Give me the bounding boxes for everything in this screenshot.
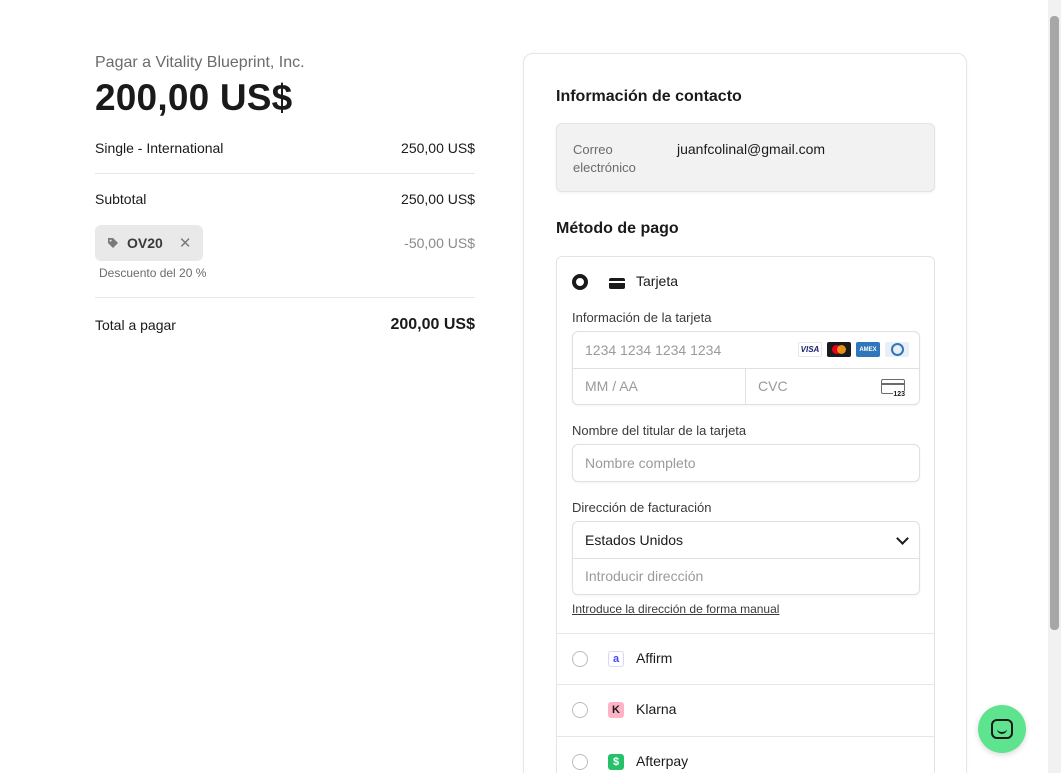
scrollbar-thumb[interactable]	[1050, 16, 1059, 630]
total-value: 200,00 US$	[390, 316, 475, 333]
divider	[573, 368, 919, 369]
afterpay-radio[interactable]	[572, 754, 588, 770]
cvc-input[interactable]: CVC	[758, 378, 788, 394]
amex-icon: AMEX	[856, 342, 880, 357]
billing-address-group: Estados Unidos Introducir dirección	[572, 521, 920, 595]
card-info-label: Información de la tarjeta	[572, 310, 712, 325]
expiry-input[interactable]: MM / AA	[585, 378, 638, 394]
affirm-radio[interactable]	[572, 651, 588, 667]
manual-address-link[interactable]: Introduce la dirección de forma manual	[572, 602, 779, 616]
divider	[573, 558, 919, 559]
line-item-price: 250,00 US$	[401, 140, 475, 156]
payment-option-affirm[interactable]: a Affirm	[557, 633, 934, 684]
visa-icon: VISA	[798, 342, 822, 357]
card-number-input[interactable]: 1234 1234 1234 1234	[585, 342, 721, 358]
chevron-down-icon[interactable]	[896, 532, 909, 545]
card-radio[interactable]	[572, 274, 588, 290]
remove-promo-icon[interactable]: ✕	[179, 234, 192, 252]
contact-email-box: Correo electrónico juanfcolinal@gmail.co…	[556, 123, 935, 192]
holder-name-placeholder: Nombre completo	[585, 455, 696, 471]
contact-section-title: Información de contacto	[556, 88, 742, 105]
chat-icon	[991, 719, 1013, 739]
email-label: Correo electrónico	[573, 142, 636, 175]
total-row: Total a pagar 200,00 US$	[95, 316, 475, 334]
affirm-label: Affirm	[636, 650, 673, 666]
checkout-panel: Información de contacto Correo electróni…	[523, 53, 967, 773]
afterpay-icon: $	[608, 754, 624, 770]
diners-icon	[885, 342, 909, 357]
card-input-group: 1234 1234 1234 1234 VISA AMEX MM / AA CV…	[572, 331, 920, 405]
payment-option-klarna[interactable]: K Klarna	[557, 684, 934, 735]
afterpay-label: Afterpay	[636, 753, 689, 769]
tag-icon	[108, 238, 118, 248]
klarna-icon: K	[608, 702, 624, 718]
line-item: Single - International 250,00 US$	[95, 140, 475, 156]
card-option-label: Tarjeta	[636, 273, 679, 289]
holder-name-label: Nombre del titular de la tarjeta	[572, 423, 747, 438]
payment-option-afterpay[interactable]: $ Afterpay	[557, 736, 934, 773]
billing-address-label: Dirección de facturación	[572, 500, 712, 515]
merchant-name: Pagar a Vitality Blueprint, Inc.	[95, 54, 305, 71]
klarna-radio[interactable]	[572, 702, 588, 718]
promo-row: OV20 ✕ -50,00 US$	[95, 225, 475, 261]
cvc-badge: 123	[893, 391, 905, 399]
chat-launcher-button[interactable]	[978, 705, 1026, 753]
order-summary: Pagar a Vitality Blueprint, Inc. 200,00 …	[95, 54, 475, 333]
scrollbar-track[interactable]	[1048, 0, 1061, 773]
payment-methods: Tarjeta Información de la tarjeta 1234 1…	[556, 256, 935, 773]
subtotal-label: Subtotal	[95, 191, 147, 207]
total-amount-heading: 200,00 US$	[95, 77, 293, 118]
total-label: Total a pagar	[95, 317, 176, 333]
mastercard-icon	[827, 342, 851, 357]
holder-name-input[interactable]: Nombre completo	[572, 444, 920, 482]
promo-code-chip[interactable]: OV20 ✕	[95, 225, 204, 261]
affirm-icon: a	[608, 651, 624, 667]
divider	[745, 368, 746, 404]
credit-card-icon	[609, 278, 625, 289]
discount-description: Descuento del 20 %	[99, 266, 207, 280]
divider	[95, 173, 475, 174]
cvc-icon: 123	[881, 379, 905, 399]
subtotal-row: Subtotal 250,00 US$	[95, 191, 475, 207]
divider	[95, 297, 475, 298]
address-input[interactable]: Introducir dirección	[585, 568, 703, 584]
discount-amount: -50,00 US$	[404, 235, 475, 251]
email-value: juanfcolinal@gmail.com	[677, 141, 826, 157]
country-select[interactable]: Estados Unidos	[585, 532, 683, 548]
klarna-label: Klarna	[636, 701, 677, 717]
payment-section-title: Método de pago	[556, 220, 679, 237]
promo-code: OV20	[127, 235, 163, 251]
line-item-name: Single - International	[95, 140, 224, 156]
subtotal-value: 250,00 US$	[401, 191, 475, 207]
